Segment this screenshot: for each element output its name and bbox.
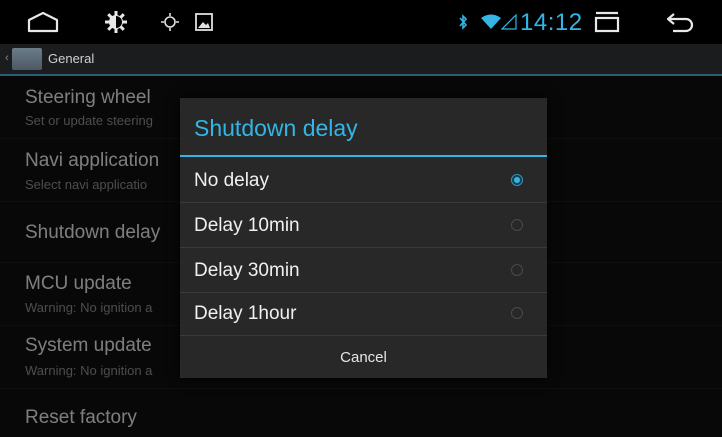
image-icon bbox=[192, 8, 216, 36]
home-icon[interactable] bbox=[26, 8, 60, 36]
action-bar: ‹ General bbox=[0, 44, 722, 76]
status-time: 14:12 bbox=[520, 9, 583, 36]
brightness-icon bbox=[158, 8, 182, 36]
option-label: Delay 10min bbox=[194, 215, 300, 236]
radio-unselected-icon[interactable] bbox=[511, 307, 523, 319]
option-label: No delay bbox=[194, 170, 269, 191]
option-delay-10min[interactable]: Delay 10min bbox=[180, 203, 547, 248]
up-caret-icon[interactable]: ‹ bbox=[5, 52, 9, 64]
dialog-title-divider bbox=[180, 155, 547, 157]
dialog-title: Shutdown delay bbox=[194, 115, 358, 141]
wifi-icon bbox=[480, 8, 502, 36]
recent-apps-icon[interactable] bbox=[592, 8, 622, 36]
page-title: General bbox=[48, 51, 95, 66]
screen: 14:12 ‹ General Steering wheel Set or up… bbox=[0, 0, 722, 437]
option-no-delay[interactable]: No delay bbox=[180, 158, 547, 203]
back-arrow-icon[interactable] bbox=[664, 8, 696, 36]
signal-icon bbox=[500, 8, 518, 36]
option-delay-1hour[interactable]: Delay 1hour bbox=[180, 291, 547, 336]
option-label: Delay 30min bbox=[194, 260, 300, 281]
settings-gear-icon bbox=[102, 8, 130, 36]
settings-app-icon[interactable] bbox=[12, 48, 42, 70]
bluetooth-icon bbox=[456, 8, 470, 36]
radio-unselected-icon[interactable] bbox=[511, 219, 523, 231]
shutdown-delay-dialog: Shutdown delay No delay Delay 10min Dela… bbox=[180, 98, 547, 378]
radio-unselected-icon[interactable] bbox=[511, 264, 523, 276]
option-label: Delay 1hour bbox=[194, 303, 297, 324]
radio-selected-icon[interactable] bbox=[511, 174, 523, 186]
option-delay-30min[interactable]: Delay 30min bbox=[180, 248, 547, 293]
cancel-button[interactable]: Cancel bbox=[180, 336, 547, 378]
status-bar: 14:12 bbox=[0, 0, 722, 44]
